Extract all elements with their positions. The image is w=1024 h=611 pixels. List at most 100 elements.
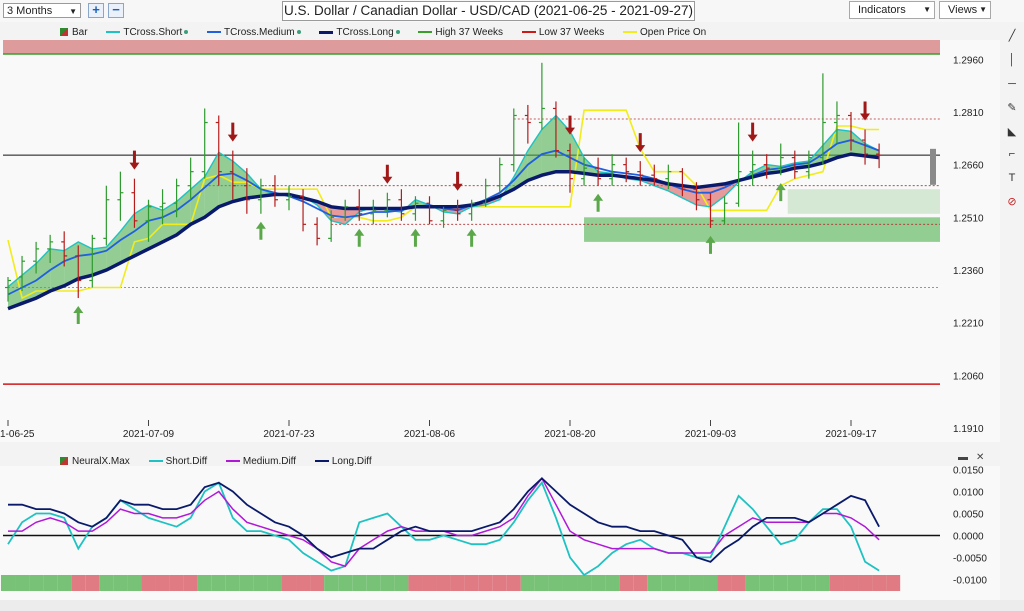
y-tick-label: 1.2810: [953, 108, 984, 119]
neuralx-strip-cell: [408, 575, 423, 591]
neuralx-strip-cell: [253, 575, 268, 591]
neuralx-strip-cell: [506, 575, 521, 591]
tcross-medium-swatch: [207, 31, 222, 34]
cross-fill-segment: [50, 248, 65, 292]
indicator-marks-layer: 0.0150 0.0100 0.0050 0.0000 -0.0050 -0.0100: [0, 466, 1000, 600]
panel-minimize-icon[interactable]: ▬: [958, 452, 968, 463]
legend-tcross-short[interactable]: TCross.Short: [106, 27, 189, 38]
text-tool-icon[interactable]: T: [1003, 170, 1021, 186]
neuralx-strip-cell: [843, 575, 859, 591]
trendline-tool-icon[interactable]: ╱: [1003, 28, 1021, 44]
support-zone-light: [787, 189, 940, 214]
legend-tcross-medium[interactable]: TCross.Medium: [207, 27, 301, 38]
fibonacci-tool-icon[interactable]: ⌐: [1003, 146, 1021, 162]
support-zone: [584, 217, 940, 242]
brush-tool-icon[interactable]: ◣: [1003, 124, 1021, 140]
neuralx-strip-cell: [605, 575, 620, 591]
neuralx-strip-cell: [15, 575, 30, 591]
price-scroll-marker: [930, 148, 936, 185]
legend-bar: Bar: [60, 27, 88, 38]
tcross-short-swatch: [106, 31, 121, 34]
chevron-down-icon: ▼: [69, 7, 77, 16]
neuralx-strip-cell: [155, 575, 170, 591]
neuralx-strip-cell: [366, 575, 381, 591]
neuralx-strip-cell: [745, 575, 760, 591]
neuralx-strip-cell: [380, 575, 395, 591]
legend-low-label: Low 37 Weeks: [538, 27, 605, 38]
horizontal-scrollbar[interactable]: [0, 600, 1024, 611]
neuralx-strip-cell: [338, 575, 353, 591]
neuralx-strip-cell: [141, 575, 156, 591]
x-tick-label: 2021-07-09: [123, 429, 175, 440]
legend-tcross-long-label: TCross.Long: [336, 27, 394, 38]
legend-tcross-long[interactable]: TCross.Long: [319, 27, 400, 38]
neuralx-strip-cell: [394, 575, 409, 591]
delete-drawings-icon[interactable]: ⊘: [1003, 194, 1021, 210]
legend-high-label: High 37 Weeks: [435, 27, 504, 38]
neuralx-strip-cell: [759, 575, 774, 591]
neuralx-strip-cell: [858, 575, 873, 591]
neuralx-strip-cell: [211, 575, 226, 591]
neuralx-strip-cell: [886, 575, 901, 591]
neuralx-strip-cell: [675, 575, 690, 591]
y-tick-label: 1.2210: [953, 319, 984, 330]
low-swatch: [521, 31, 536, 34]
y-tick-label: 1.2960: [953, 55, 984, 66]
settings-dot-icon: [395, 30, 400, 35]
period-select-value: 3 Months: [7, 5, 53, 17]
pen-tool-icon[interactable]: ✎: [1003, 100, 1021, 116]
neuralx-strip-cell: [829, 575, 844, 591]
x-tick-label: 1-06-25: [0, 429, 35, 440]
zoom-out-button[interactable]: −: [108, 3, 124, 18]
neuralx-strip-cell: [619, 575, 634, 591]
resistance-zone: [3, 40, 940, 55]
neuralx-strip-cell: [310, 575, 325, 591]
legend-high[interactable]: High 37 Weeks: [418, 27, 503, 38]
neuralx-strip-cell: [99, 575, 114, 591]
vertical-line-tool-icon[interactable]: │: [1003, 52, 1021, 68]
neuralx-strip-cell: [43, 575, 58, 591]
x-tick-label: 2021-09-03: [685, 429, 737, 440]
indicators-dropdown[interactable]: Indicators ▼: [849, 1, 935, 19]
indicator-chart[interactable]: 0.0150 0.0100 0.0050 0.0000 -0.0050 -0.0100: [0, 466, 1000, 600]
price-chart[interactable]: 1.2960 1.2810 1.2660 1.2510 1.2360 1.2210 1.20…: [0, 40, 1000, 442]
long-diff-swatch: [314, 460, 329, 463]
top-toolbar: 3 Months ▼ + − U.S. Dollar / Canadian Do…: [0, 0, 1024, 22]
neuralx-strip-cell: [731, 575, 746, 591]
legend-bar-label: Bar: [72, 27, 88, 38]
neuralx-strip-cell: [169, 575, 184, 591]
neuralx-strip-cell: [0, 575, 16, 591]
neuralx-strip-cell: [520, 575, 535, 591]
views-dropdown[interactable]: Views ▼: [939, 1, 991, 19]
neuralx-strip-cell: [239, 575, 254, 591]
indicator-y-tick-label: 0.0000: [953, 531, 984, 542]
period-select[interactable]: 3 Months ▼: [3, 3, 81, 18]
panel-close-icon[interactable]: ✕: [976, 452, 984, 463]
legend-open[interactable]: Open Price On: [623, 27, 706, 38]
open-swatch: [623, 31, 638, 34]
y-tick-label: 1.2510: [953, 213, 984, 224]
neuralx-strip-cell: [534, 575, 549, 591]
neuralx-strip-cell: [422, 575, 437, 591]
indicator-y-tick-label: -0.0100: [953, 575, 987, 586]
neuralx-strip-cell: [71, 575, 86, 591]
neuralx-strip-cell: [548, 575, 563, 591]
neuralx-strip-cell: [450, 575, 465, 591]
x-tick-label: 2021-07-23: [263, 429, 315, 440]
y-tick-label: 1.2060: [953, 371, 984, 382]
neuralx-strip-cell: [562, 575, 578, 591]
chevron-down-icon: ▼: [923, 5, 931, 14]
settings-dot-icon: [296, 30, 301, 35]
tcross-long-swatch: [319, 30, 334, 34]
indicator-y-tick-label: -0.0050: [953, 553, 987, 564]
legend-low[interactable]: Low 37 Weeks: [521, 27, 605, 38]
neuralx-strip-cell: [324, 575, 339, 591]
horizontal-line-tool-icon[interactable]: ─: [1003, 76, 1021, 92]
neuralx-strip-cell: [296, 575, 311, 591]
neuralx-strip-cell: [577, 575, 592, 591]
drawing-tools: ╱ │ ─ ✎ ◣ ⌐ T ⊘: [1000, 22, 1024, 222]
zoom-in-button[interactable]: +: [88, 3, 104, 18]
neuralx-strip-cell: [127, 575, 142, 591]
neuralx-strip-cell: [197, 575, 212, 591]
indicator-y-tick-label: 0.0150: [953, 466, 984, 477]
